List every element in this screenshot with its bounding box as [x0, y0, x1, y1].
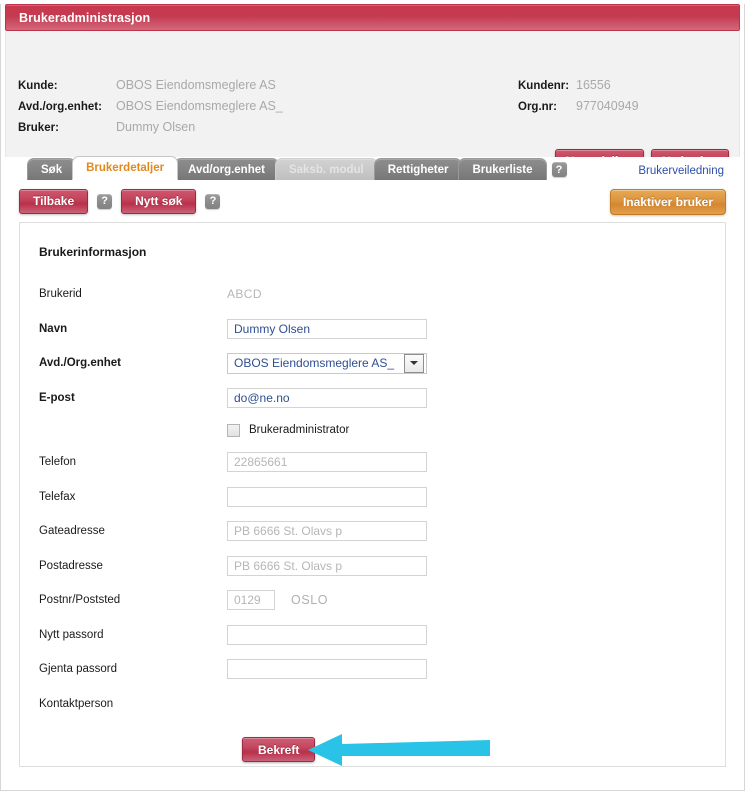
- label-telefon: Telefon: [39, 456, 77, 469]
- info-label-bruker: Bruker:: [18, 122, 59, 134]
- page-title: Brukeradministrasjon: [19, 10, 151, 25]
- tab-saksb-modul: Saksb. modul: [274, 158, 378, 180]
- toolbar-right-group: Inaktiver bruker: [609, 189, 726, 215]
- info-label-orgnr: Org.nr:: [518, 101, 557, 113]
- info-row-kundenr: Kundenr: 16556: [518, 78, 639, 96]
- poststed-value: OSLO: [291, 593, 329, 608]
- new-search-help-icon[interactable]: ?: [205, 193, 221, 209]
- info-value-kundenr: 16556: [576, 78, 611, 92]
- info-value-kunde: OBOS Eiendomsmeglere AS: [116, 78, 276, 92]
- chevron-down-icon[interactable]: [404, 353, 424, 373]
- avd-org-enhet-select[interactable]: OBOS Eiendomsmeglere AS_: [227, 352, 427, 374]
- info-label-avdeling: Avd./org.enhet:: [18, 101, 102, 113]
- info-value-orgnr: 977040949: [576, 99, 639, 113]
- info-row-orgnr: Org.nr: 977040949: [518, 99, 639, 117]
- annotation-arrow-icon: [308, 734, 490, 766]
- label-telefax: Telefax: [39, 490, 76, 503]
- info-row-avdeling: Avd./org.enhet: OBOS Eiendomsmeglere AS_: [18, 99, 283, 117]
- tab-brukerliste[interactable]: Brukerliste: [458, 158, 547, 180]
- navn-input[interactable]: [227, 318, 427, 339]
- window-titlebar: Brukeradministrasjon: [5, 4, 740, 31]
- label-navn: Navn: [39, 322, 68, 335]
- form-row-postnr-poststed: Postnr/Poststed OSLO: [20, 583, 725, 618]
- info-value-avdeling: OBOS Eiendomsmeglere AS_: [116, 99, 283, 113]
- gateadresse-input[interactable]: [227, 521, 427, 542]
- label-postadresse: Postadresse: [39, 559, 103, 572]
- form-row-gateadresse: Gateadresse: [20, 514, 725, 549]
- postadresse-input[interactable]: [227, 555, 427, 576]
- info-row-bruker: Bruker: Dummy Olsen: [18, 120, 283, 138]
- form-row-epost: E-post: [20, 381, 725, 416]
- action-toolbar: Tilbake ? Nytt søk ? Inaktiver bruker: [5, 180, 740, 222]
- info-label-kundenr: Kundenr:: [518, 80, 570, 92]
- form-row-navn: Navn: [20, 312, 725, 347]
- tab-avd-org-enhet[interactable]: Avd/org.enhet: [174, 158, 279, 180]
- nytt-passord-input[interactable]: [227, 624, 427, 645]
- brukeradministrator-label: Brukeradministrator: [249, 424, 350, 436]
- form-row-nytt-passord: Nytt passord: [20, 618, 725, 653]
- page-root: Brukeradministrasjon Kunde: OBOS Eiendom…: [0, 4, 745, 791]
- tab-bar: Søk Brukerdetaljer Avd/org.enhet Saksb. …: [5, 156, 740, 180]
- label-brukerid: Brukerid: [39, 288, 82, 301]
- back-help-icon[interactable]: ?: [97, 193, 113, 209]
- tab-sok[interactable]: Søk: [27, 158, 77, 180]
- label-kontaktperson: Kontaktperson: [39, 697, 114, 710]
- tab-brukerdetaljer[interactable]: Brukerdetaljer: [72, 156, 179, 180]
- user-guide-link[interactable]: Brukerveiledning: [638, 165, 724, 177]
- postnr-input[interactable]: [227, 590, 275, 611]
- user-information-card: Brukerinformasjon Brukerid ABCD Navn Avd…: [19, 222, 726, 767]
- avd-org-enhet-selected-value: OBOS Eiendomsmeglere AS_: [234, 356, 395, 371]
- label-postnr-poststed: Postnr/Poststed: [39, 594, 121, 607]
- confirm-button[interactable]: Bekreft: [242, 737, 316, 762]
- label-nytt-passord: Nytt passord: [39, 628, 104, 641]
- form-row-telefax: Telefax: [20, 480, 725, 515]
- tab-help-icon[interactable]: ?: [551, 162, 567, 177]
- customer-info-left: Kunde: OBOS Eiendomsmeglere AS Avd./org.…: [18, 78, 283, 141]
- label-gateadresse: Gateadresse: [39, 525, 105, 538]
- tab-rettigheter[interactable]: Rettigheter: [373, 158, 463, 180]
- label-gjenta-passord: Gjenta passord: [39, 663, 117, 676]
- telefax-input[interactable]: [227, 486, 427, 507]
- form-row-gjenta-passord: Gjenta passord: [20, 652, 725, 687]
- deactivate-user-button[interactable]: Inaktiver bruker: [609, 189, 726, 215]
- customer-info-right: Kundenr: 16556 Org.nr: 977040949: [518, 78, 639, 120]
- header-info-panel: Kunde: OBOS Eiendomsmeglere AS Avd./org.…: [5, 31, 740, 173]
- epost-input[interactable]: [227, 387, 427, 408]
- gjenta-passord-input[interactable]: [227, 659, 427, 680]
- form-row-avd-org-enhet: Avd./Org.enhet OBOS Eiendomsmeglere AS_: [20, 346, 725, 381]
- label-epost: E-post: [39, 391, 75, 404]
- value-brukerid: ABCD: [227, 287, 262, 302]
- confirm-row: Bekreft: [20, 729, 725, 779]
- new-search-button[interactable]: Nytt søk: [121, 188, 197, 214]
- info-label-kunde: Kunde:: [18, 80, 58, 92]
- info-value-bruker: Dummy Olsen: [116, 120, 196, 134]
- form-row-postadresse: Postadresse: [20, 549, 725, 584]
- back-button[interactable]: Tilbake: [19, 188, 89, 214]
- form-row-telefon: Telefon: [20, 445, 725, 480]
- telefon-input[interactable]: [227, 452, 427, 473]
- form-row-brukeradministrator: Brukeradministrator: [20, 415, 725, 445]
- form-row-kontaktperson: Kontaktperson: [20, 687, 725, 722]
- info-row-kunde: Kunde: OBOS Eiendomsmeglere AS: [18, 78, 283, 96]
- brukeradministrator-checkbox[interactable]: [227, 423, 240, 437]
- form-row-brukerid: Brukerid ABCD: [20, 277, 725, 312]
- section-title-brukerinformasjon: Brukerinformasjon: [39, 245, 147, 259]
- label-avd-org-enhet: Avd./Org.enhet: [39, 357, 121, 370]
